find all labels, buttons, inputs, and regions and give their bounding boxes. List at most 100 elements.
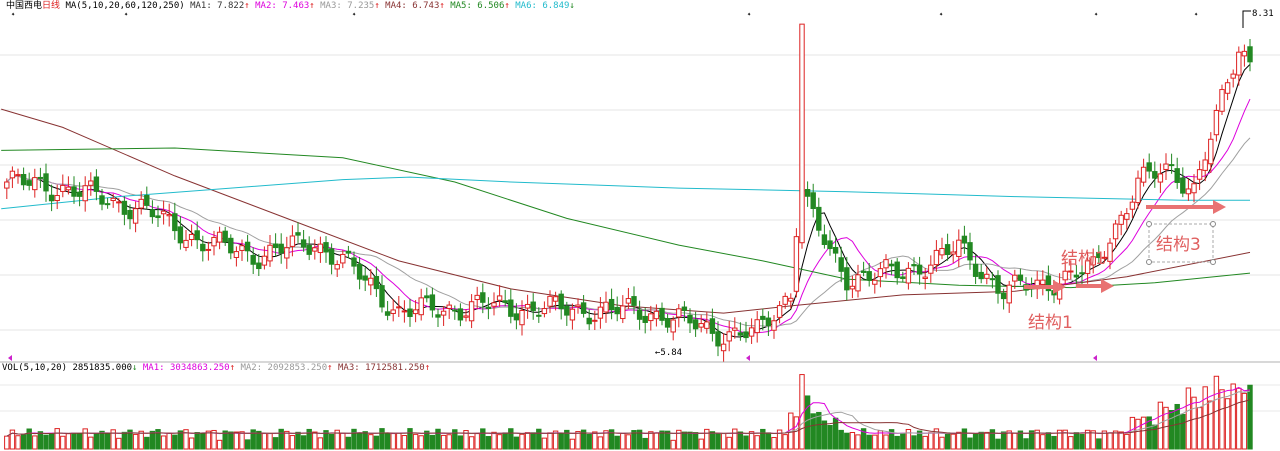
volume-bar: [160, 435, 167, 450]
candle-body: [239, 245, 245, 251]
event-marker-icon: ✦: [124, 10, 129, 18]
candle-body: [933, 249, 940, 266]
volume-bar: [900, 433, 906, 450]
candle-body: [1152, 171, 1158, 179]
volume-bar: [620, 432, 626, 450]
candle-body: [222, 230, 228, 243]
candle-body: [1185, 188, 1192, 195]
candle-body: [765, 317, 772, 327]
candle-body: [732, 327, 738, 331]
volume-bar: [1073, 432, 1080, 450]
volume-bar: [771, 437, 777, 450]
candle-body: [726, 331, 732, 342]
volume-bar: [1051, 435, 1057, 450]
candle-body: [569, 308, 576, 321]
volume-bar: [1107, 432, 1113, 450]
candle-body: [457, 308, 464, 321]
candle-body: [26, 180, 32, 186]
volume-bar: [687, 431, 693, 450]
volume-ma-value-1: MA1: 3034863.250: [143, 363, 230, 373]
volume-bar: [272, 437, 279, 450]
candle-body: [71, 186, 77, 197]
candle-body: [306, 245, 312, 255]
candle-body: [1202, 159, 1208, 171]
candle-body: [754, 319, 760, 334]
candle-body: [827, 240, 833, 250]
volume-bar: [911, 435, 917, 450]
volume-bar: [530, 432, 536, 450]
candle-body: [552, 296, 559, 302]
volume-bar: [233, 431, 240, 450]
volume-bar: [1180, 413, 1186, 450]
candle-body: [603, 301, 609, 313]
candle-body: [972, 263, 979, 277]
candle-body: [1062, 270, 1068, 281]
volume-header-text: VOL(5,10,20) 2851835.000↓ MA1: 3034863.2…: [2, 363, 430, 373]
volume-bar: [653, 432, 660, 450]
volume-bar: [446, 434, 452, 450]
volume-bar: [412, 433, 419, 450]
candle-body: [788, 297, 794, 302]
volume-bar: [1000, 431, 1007, 450]
candle-body: [1017, 274, 1024, 281]
candle-body: [737, 332, 744, 336]
candle-body: [1079, 272, 1085, 275]
volume-bar: [340, 432, 346, 450]
candle-body: [877, 268, 884, 278]
volume-bar: [536, 428, 542, 450]
candle-body: [244, 241, 251, 252]
volume-bar: [782, 434, 788, 450]
candle-body: [250, 254, 256, 265]
volume-bar: [424, 430, 430, 450]
candle-body: [900, 276, 906, 279]
volume-bar: [407, 428, 413, 450]
candle-body: [883, 259, 889, 269]
candle-body: [160, 210, 167, 215]
candle-body: [1241, 50, 1248, 57]
moving-average-lines: [1, 64, 1251, 338]
volume-bar: [692, 432, 699, 450]
event-marker-icon: ✦: [939, 10, 944, 18]
candle-body: [418, 297, 424, 316]
volume-bar: [849, 431, 856, 450]
candle-body: [166, 214, 172, 217]
ma-value-4: MA4: 6.743: [385, 1, 439, 11]
ma-value-1: MA1: 7.822: [190, 1, 244, 11]
volume-bars: [4, 374, 1253, 450]
candle-body: [1208, 138, 1214, 165]
volume-bar: [15, 435, 21, 450]
volume-bar: [575, 431, 581, 450]
ma-arrow-6: ↓: [569, 1, 574, 11]
selection-handle: [1146, 259, 1152, 265]
selection-handle: [1146, 221, 1152, 227]
candle-body: [1000, 292, 1007, 300]
candle-body: [956, 239, 962, 257]
volume-bar: [317, 437, 324, 450]
candle-body: [351, 257, 357, 267]
candle-body: [1006, 284, 1012, 304]
candle-body: [1112, 223, 1119, 240]
candle-body: [1191, 183, 1197, 194]
volume-bar: [418, 435, 424, 450]
volume-bar: [1040, 434, 1046, 450]
volume-bar: [1213, 375, 1220, 450]
ma-arrow-4: ↑: [439, 1, 450, 11]
volume-bar: [524, 432, 531, 450]
candle-body: [463, 315, 469, 318]
volume-bar: [373, 435, 380, 450]
volume-bar: [474, 433, 480, 450]
candle-body: [99, 195, 105, 205]
candle-body: [188, 233, 195, 241]
candle-body: [384, 311, 391, 316]
volume-bar: [956, 431, 962, 450]
candle-body: [720, 343, 727, 352]
candle-body: [48, 194, 55, 202]
ma-value-2: MA2: 7.463: [255, 1, 309, 11]
candle-body: [440, 310, 447, 316]
candle-body: [468, 301, 475, 322]
volume-bar: [149, 430, 156, 450]
ma250-line: [1, 176, 1250, 210]
candle-body: [597, 306, 604, 319]
volume-bar: [295, 431, 301, 450]
volume-ma10-line: [6, 390, 1251, 437]
